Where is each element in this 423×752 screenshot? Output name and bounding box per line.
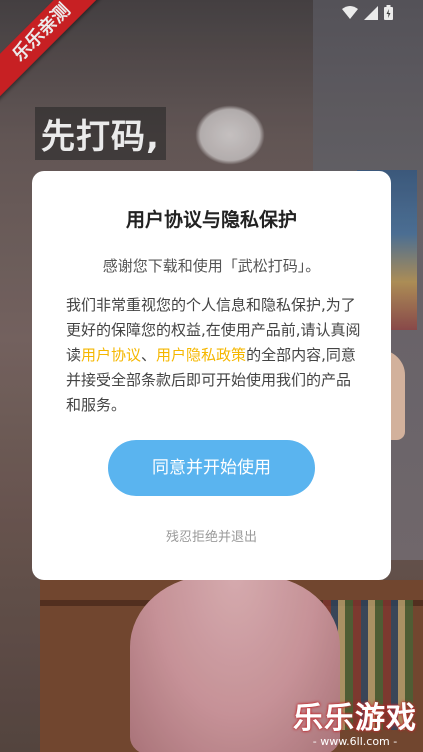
- link-separator: 、: [141, 346, 157, 364]
- privacy-policy-link[interactable]: 用户隐私政策: [156, 346, 246, 364]
- dialog-thanks-text: 感谢您下载和使用「武松打码」。: [102, 257, 321, 275]
- site-watermark: 乐乐游戏 - www.6ll.com -: [293, 693, 417, 748]
- agree-and-start-button[interactable]: 同意并开始使用: [108, 440, 315, 496]
- decline-and-exit-button[interactable]: 残忍拒绝并退出: [32, 526, 391, 545]
- watermark-title: 乐乐游戏: [293, 701, 417, 736]
- user-agreement-link[interactable]: 用户协议: [81, 346, 141, 364]
- privacy-agreement-dialog: 用户协议与隐私保护 感谢您下载和使用「武松打码」。 我们非常重视您的个人信息和隐…: [32, 171, 391, 580]
- dialog-body-text: 我们非常重视您的个人信息和隐私保护,为了更好的保障您的权益,在使用产品前,请认真…: [66, 293, 361, 418]
- dialog-title: 用户协议与隐私保护: [125, 209, 297, 231]
